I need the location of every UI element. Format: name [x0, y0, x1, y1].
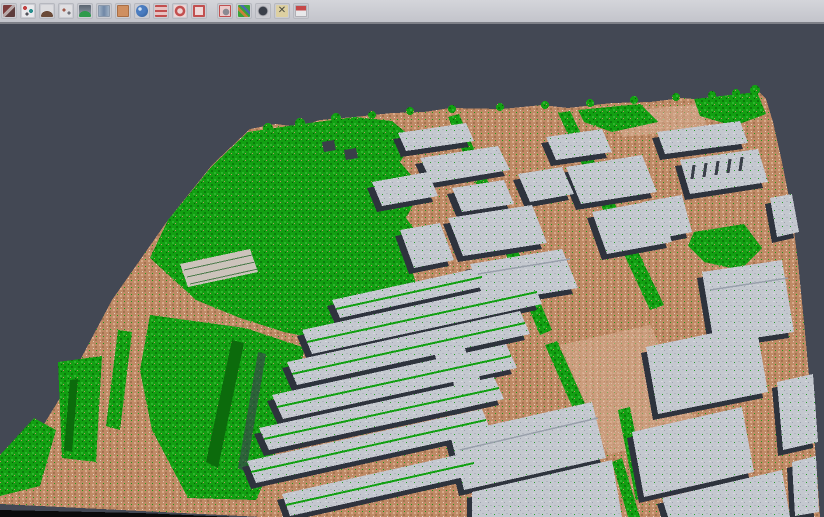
- globe-icon: [136, 5, 148, 17]
- rectangle-select-icon: [193, 5, 205, 17]
- camera-icon-button[interactable]: [255, 3, 271, 19]
- toolbar: ✕: [0, 0, 824, 24]
- sparse-points-icon: [60, 5, 72, 17]
- close-tool-icon-button[interactable]: [293, 3, 309, 19]
- surface-tile-icon-button[interactable]: [115, 3, 131, 19]
- vegetation-icon-button[interactable]: [77, 3, 93, 19]
- rectangle-select-icon-button[interactable]: [191, 3, 207, 19]
- point-picking-icon: [22, 5, 34, 17]
- clear-icon-button[interactable]: ✕: [274, 3, 290, 19]
- terrain-icon-button[interactable]: [39, 3, 55, 19]
- surface-tile-icon: [117, 5, 129, 17]
- restore-view-icon-button[interactable]: [1, 3, 17, 19]
- crop-icon: [219, 5, 231, 17]
- profile-icon-button[interactable]: [96, 3, 112, 19]
- circle-select-icon-button[interactable]: [172, 3, 188, 19]
- classification-colors-icon: [238, 5, 250, 17]
- circle-select-icon: [174, 5, 186, 17]
- vegetation-icon: [79, 5, 91, 17]
- clear-icon: ✕: [276, 5, 288, 17]
- terrain-icon: [41, 5, 53, 17]
- camera-icon: [257, 5, 269, 17]
- crop-icon-button[interactable]: [217, 3, 233, 19]
- app-window: ✕: [0, 0, 824, 517]
- globe-icon-button[interactable]: [134, 3, 150, 19]
- close-tool-icon: [295, 5, 307, 17]
- restore-view-icon: [3, 5, 15, 17]
- point-cloud-canvas[interactable]: [0, 26, 824, 517]
- viewport-3d[interactable]: [0, 26, 824, 517]
- classification-colors-icon-button[interactable]: [236, 3, 252, 19]
- layers-icon-button[interactable]: [153, 3, 169, 19]
- profile-icon: [98, 5, 110, 17]
- layers-icon: [155, 5, 167, 17]
- sparse-points-icon-button[interactable]: [58, 3, 74, 19]
- point-picking-icon-button[interactable]: [20, 3, 36, 19]
